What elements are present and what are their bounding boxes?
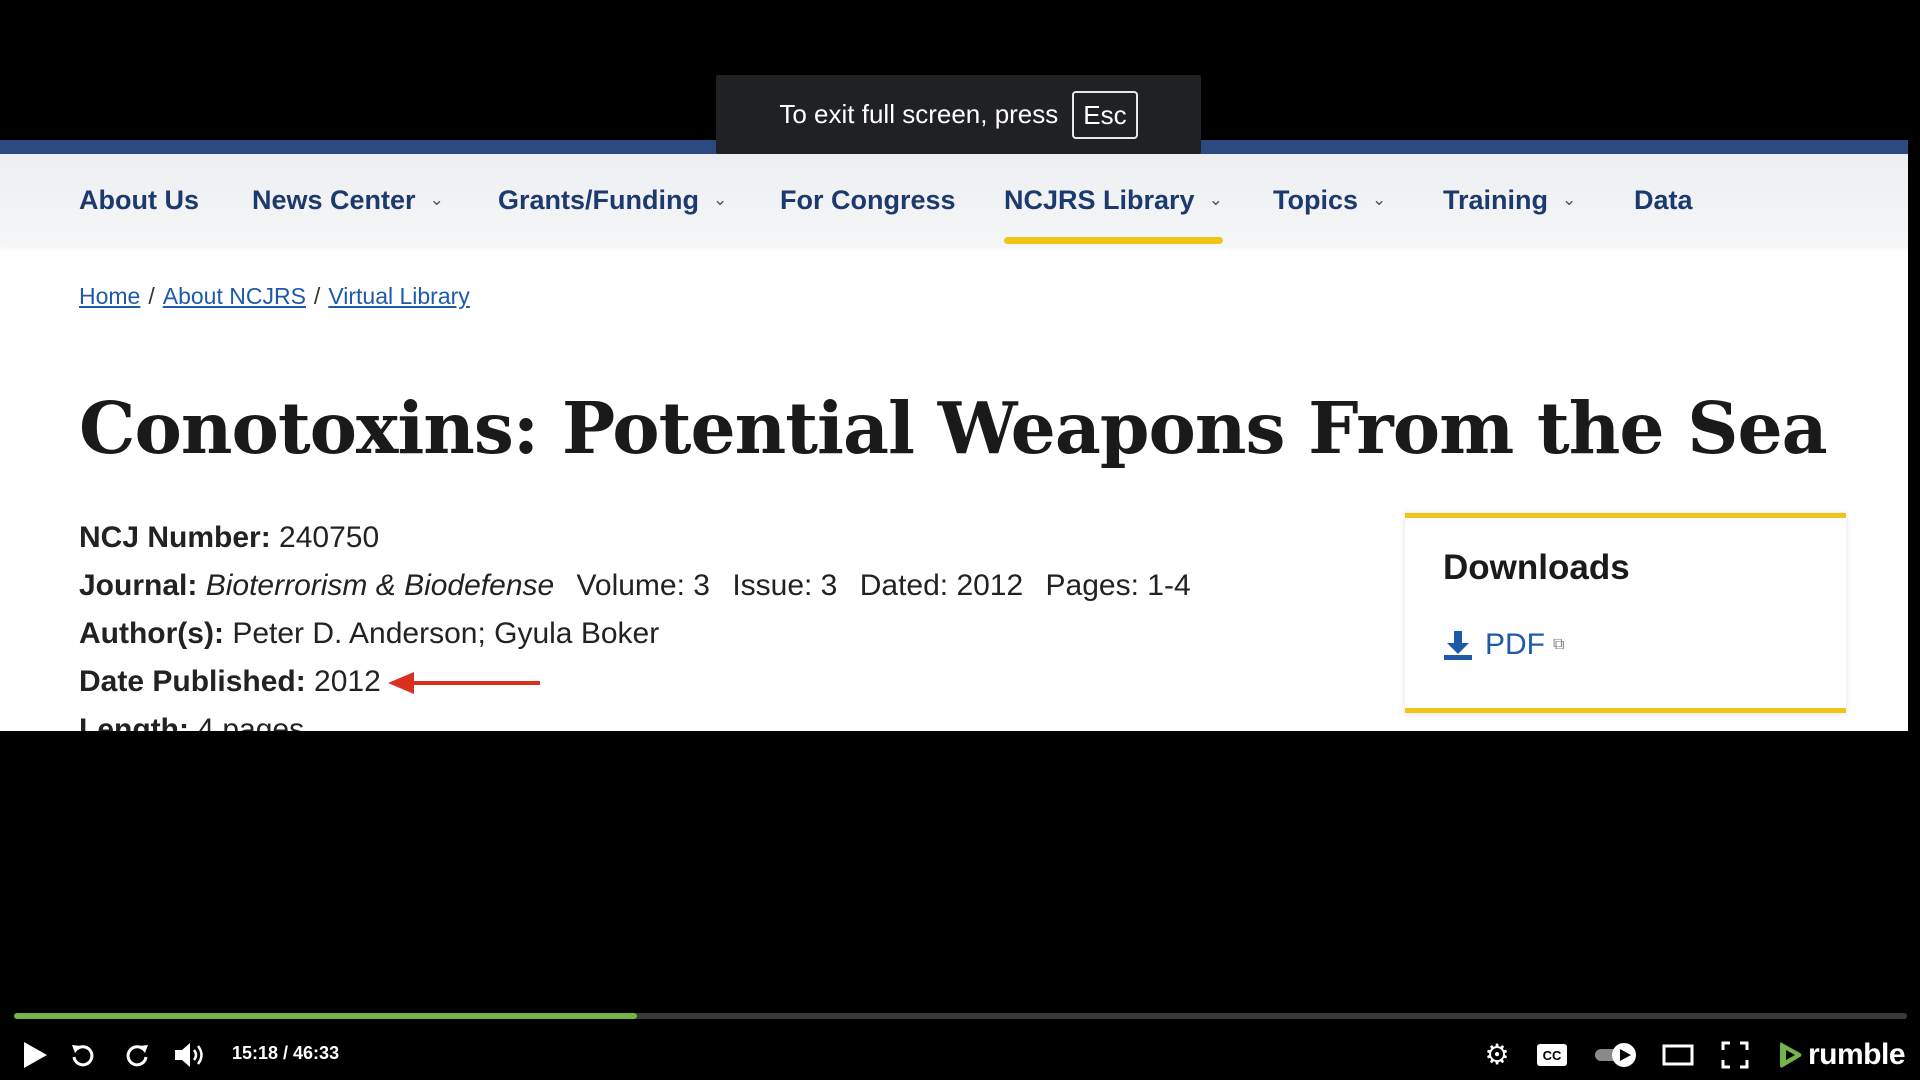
rumble-logo-icon [1780,1042,1802,1068]
authors-row: Author(s): Peter D. Anderson; Gyula Boke… [79,619,659,649]
dated-text: Dated: 2012 [859,569,1024,602]
date-published-row: Date Published: 2012 [79,667,381,697]
forward-icon [126,1045,148,1067]
chevron-down-icon: ⌄ [1562,190,1577,209]
nav-training[interactable]: Training ⌄ [1443,154,1576,246]
journal-row: Journal: Bioterrorism & Biodefense Volum… [79,571,1191,601]
rumble-logo[interactable]: rumble [1776,1038,1906,1072]
nav-topics[interactable]: Topics ⌄ [1273,154,1386,246]
captions-button[interactable]: CC [1535,1040,1569,1070]
authors-value: Peter D. Anderson; Gyula Boker [232,617,660,650]
length-row: Length: 4 pages [79,713,305,732]
chevron-down-icon: ⌄ [429,190,444,209]
toast-text: To exit full screen, press [779,99,1059,129]
play-icon [24,1042,47,1068]
chevron-down-icon: ⌄ [1208,190,1223,209]
nav-label: About Us [79,184,199,215]
date-published-label: Date Published: [79,665,306,698]
nav-data[interactable]: Data [1634,154,1693,246]
date-published-value: 2012 [314,665,381,698]
nav-label: For Congress [780,184,956,215]
nav-label: News Center [252,184,416,215]
seek-bar[interactable] [14,1013,1907,1019]
download-icon [1444,631,1472,660]
nav-news-center[interactable]: News Center ⌄ [252,154,444,246]
active-nav-indicator [1004,237,1223,244]
pages-text: Pages: 1-4 [1045,569,1191,602]
theater-mode-icon [1662,1044,1694,1066]
theater-mode-button[interactable] [1660,1040,1696,1070]
length-value: 4 pages [197,713,305,732]
annotation-arrow-icon [388,672,540,694]
breadcrumb: Home / About NCJRS / Virtual Library [79,283,470,310]
nav-for-congress[interactable]: For Congress [780,154,956,246]
rumble-wordmark: rumble [1808,1038,1906,1071]
chevron-down-icon: ⌄ [712,190,728,209]
issue-text: Issue: 3 [732,569,838,602]
pdf-label: PDF [1485,628,1545,661]
breadcrumb-about-ncjrs[interactable]: About NCJRS [163,283,306,309]
authors-label: Author(s): [79,617,224,650]
ncj-number-row: NCJ Number: 240750 [79,523,379,553]
seek-bar-progress [14,1013,637,1019]
settings-button[interactable]: ⚙ [1482,1040,1512,1070]
autoplay-toggle-icon [1595,1043,1636,1067]
journal-label: Journal: [79,569,198,602]
gear-icon: ⚙ [1484,1039,1510,1070]
volume-icon [175,1043,203,1067]
captions-icon: CC [1537,1044,1567,1066]
site-nav: About Us News Center ⌄ Grants/Funding ⌄ … [0,154,1908,246]
volume-text: Volume: 3 [576,569,710,602]
page-title: Conotoxins: Potential Weapons From the S… [79,386,1828,470]
svg-text:CC: CC [1543,1048,1562,1063]
fullscreen-button[interactable] [1718,1040,1752,1070]
nav-about-us[interactable]: About Us [79,154,199,246]
autoplay-toggle[interactable] [1593,1040,1639,1070]
nav-label: Grants/Funding [498,184,699,215]
breadcrumb-virtual-library[interactable]: Virtual Library [328,283,469,309]
volume-button[interactable] [172,1040,208,1070]
ncj-number-label: NCJ Number: [79,521,271,554]
esc-key-hint: Esc [1072,90,1138,139]
video-frame: About Us News Center ⌄ Grants/Funding ⌄ … [0,140,1908,731]
nav-label: Topics [1273,184,1359,215]
pdf-download-link[interactable]: PDF ⧉ [1443,628,1564,662]
breadcrumb-separator: / [148,283,155,309]
playback-time: 15:18 / 46:33 [232,1043,340,1063]
ncj-number-value: 240750 [279,521,380,554]
nav-ncjrs-library[interactable]: NCJRS Library ⌄ [1004,154,1223,246]
rewind-icon [72,1045,94,1067]
nav-label: Data [1634,184,1693,215]
downloads-title: Downloads [1443,548,1630,587]
nav-grants-funding[interactable]: Grants/Funding ⌄ [498,154,727,246]
forward-button[interactable] [122,1040,152,1070]
breadcrumb-separator: / [313,283,321,309]
journal-name: Bioterrorism & Biodefense [205,569,555,602]
breadcrumb-home[interactable]: Home [79,283,140,309]
external-link-icon: ⧉ [1553,636,1565,653]
length-label: Length: [79,713,189,732]
fullscreen-icon [1721,1041,1749,1069]
nav-label: NCJRS Library [1004,184,1195,215]
rewind-button[interactable] [68,1040,98,1070]
chevron-down-icon: ⌄ [1372,190,1387,209]
nav-label: Training [1443,184,1549,215]
play-button[interactable] [20,1040,50,1070]
fullscreen-exit-toast: To exit full screen, press Esc [716,75,1201,154]
downloads-box: Downloads PDF ⧉ [1405,513,1846,713]
